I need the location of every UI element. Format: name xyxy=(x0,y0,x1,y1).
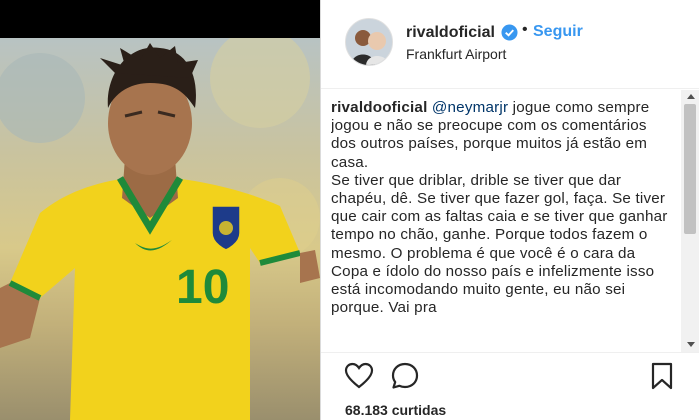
jersey-number: 10 xyxy=(176,261,229,314)
post-caption: rivaldooficial @neymarjr jogue como semp… xyxy=(331,99,673,351)
bookmark-icon[interactable] xyxy=(647,361,677,391)
scroll-thumb[interactable] xyxy=(684,104,696,234)
post-photo[interactable]: 10 xyxy=(0,38,320,420)
actions-divider xyxy=(321,352,699,353)
caption-paragraph-1: rivaldooficial @neymarjr jogue como semp… xyxy=(331,99,673,172)
comment-icon[interactable] xyxy=(390,361,420,391)
follow-button[interactable]: Seguir xyxy=(533,23,583,41)
caption-username[interactable]: rivaldooficial xyxy=(331,99,427,116)
scroll-down-arrow-icon[interactable] xyxy=(687,342,695,347)
caption-paragraph-2: Se tiver que driblar, drible se tiver qu… xyxy=(331,171,668,317)
avatar-image xyxy=(346,19,392,65)
post-header: rivaldoficial • Seguir Frankfurt Airport xyxy=(321,0,699,89)
likes-count[interactable]: 68.183 curtidas xyxy=(345,402,446,418)
location-link[interactable]: Frankfurt Airport xyxy=(406,46,506,62)
player-illustration: 10 xyxy=(0,38,320,420)
avatar[interactable] xyxy=(345,18,393,66)
scroll-up-arrow-icon[interactable] xyxy=(687,94,695,99)
header-separator: • xyxy=(522,21,528,38)
verified-badge-icon xyxy=(501,24,518,41)
caption-mention[interactable]: @neymarjr xyxy=(432,99,508,116)
caption-scrollbar[interactable] xyxy=(681,90,699,352)
heart-icon[interactable] xyxy=(344,361,374,391)
header-username[interactable]: rivaldoficial xyxy=(406,24,495,42)
top-black-bar xyxy=(0,0,320,38)
